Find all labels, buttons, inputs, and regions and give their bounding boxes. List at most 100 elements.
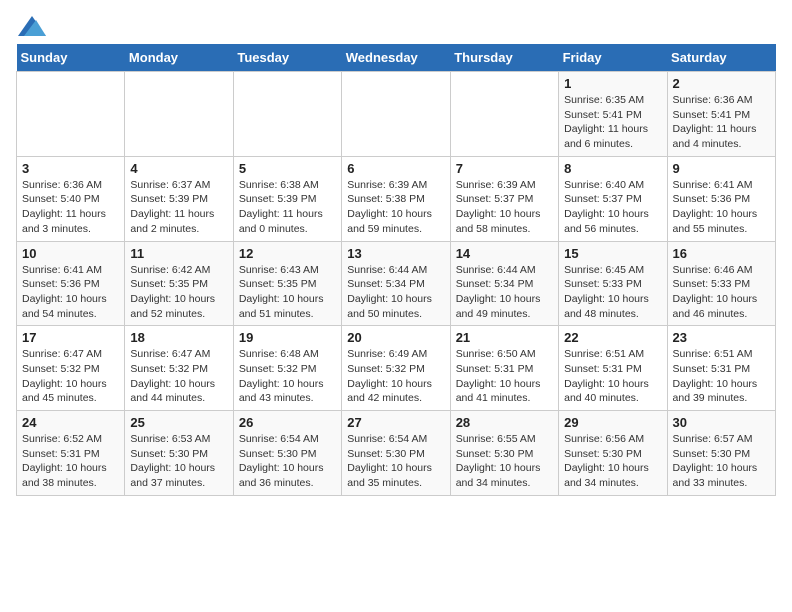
day-number: 17 bbox=[22, 330, 119, 345]
calendar-cell: 27 Sunrise: 6:54 AM Sunset: 5:30 PM Dayli… bbox=[342, 411, 450, 496]
calendar-table: SundayMondayTuesdayWednesdayThursdayFrid… bbox=[16, 44, 776, 496]
day-number: 8 bbox=[564, 161, 661, 176]
weekday-tuesday: Tuesday bbox=[233, 44, 341, 72]
day-number: 13 bbox=[347, 246, 444, 261]
calendar-cell: 19 Sunrise: 6:48 AM Sunset: 5:32 PM Dayli… bbox=[233, 326, 341, 411]
weekday-sunday: Sunday bbox=[17, 44, 125, 72]
calendar-week-0: 1 Sunrise: 6:35 AM Sunset: 5:41 PM Daylig… bbox=[17, 72, 776, 157]
day-info: Sunrise: 6:44 AM Sunset: 5:34 PM Dayligh… bbox=[347, 263, 444, 322]
day-info: Sunrise: 6:48 AM Sunset: 5:32 PM Dayligh… bbox=[239, 347, 336, 406]
day-number: 25 bbox=[130, 415, 227, 430]
day-number: 29 bbox=[564, 415, 661, 430]
day-info: Sunrise: 6:51 AM Sunset: 5:31 PM Dayligh… bbox=[564, 347, 661, 406]
day-number: 7 bbox=[456, 161, 553, 176]
calendar-cell: 23 Sunrise: 6:51 AM Sunset: 5:31 PM Dayli… bbox=[667, 326, 775, 411]
day-number: 26 bbox=[239, 415, 336, 430]
weekday-wednesday: Wednesday bbox=[342, 44, 450, 72]
calendar-cell: 15 Sunrise: 6:45 AM Sunset: 5:33 PM Dayli… bbox=[559, 241, 667, 326]
calendar-body: 1 Sunrise: 6:35 AM Sunset: 5:41 PM Daylig… bbox=[17, 72, 776, 496]
day-number: 20 bbox=[347, 330, 444, 345]
day-info: Sunrise: 6:38 AM Sunset: 5:39 PM Dayligh… bbox=[239, 178, 336, 237]
calendar-cell: 20 Sunrise: 6:49 AM Sunset: 5:32 PM Dayli… bbox=[342, 326, 450, 411]
calendar-cell: 8 Sunrise: 6:40 AM Sunset: 5:37 PM Daylig… bbox=[559, 156, 667, 241]
day-info: Sunrise: 6:42 AM Sunset: 5:35 PM Dayligh… bbox=[130, 263, 227, 322]
calendar-cell: 7 Sunrise: 6:39 AM Sunset: 5:37 PM Daylig… bbox=[450, 156, 558, 241]
calendar-cell: 26 Sunrise: 6:54 AM Sunset: 5:30 PM Dayli… bbox=[233, 411, 341, 496]
day-info: Sunrise: 6:50 AM Sunset: 5:31 PM Dayligh… bbox=[456, 347, 553, 406]
calendar-header: SundayMondayTuesdayWednesdayThursdayFrid… bbox=[17, 44, 776, 72]
logo bbox=[16, 16, 46, 32]
calendar-cell bbox=[450, 72, 558, 157]
day-info: Sunrise: 6:37 AM Sunset: 5:39 PM Dayligh… bbox=[130, 178, 227, 237]
weekday-friday: Friday bbox=[559, 44, 667, 72]
day-number: 14 bbox=[456, 246, 553, 261]
day-number: 15 bbox=[564, 246, 661, 261]
calendar-cell: 10Sunrise: 6:41 AM Sunset: 5:36 PM Dayli… bbox=[17, 241, 125, 326]
day-info: Sunrise: 6:43 AM Sunset: 5:35 PM Dayligh… bbox=[239, 263, 336, 322]
day-number: 9 bbox=[673, 161, 770, 176]
calendar-cell: 22 Sunrise: 6:51 AM Sunset: 5:31 PM Dayli… bbox=[559, 326, 667, 411]
day-number: 22 bbox=[564, 330, 661, 345]
day-info: Sunrise: 6:56 AM Sunset: 5:30 PM Dayligh… bbox=[564, 432, 661, 491]
day-number: 11 bbox=[130, 246, 227, 261]
calendar-cell: 1 Sunrise: 6:35 AM Sunset: 5:41 PM Daylig… bbox=[559, 72, 667, 157]
calendar-cell: 2 Sunrise: 6:36 AM Sunset: 5:41 PM Daylig… bbox=[667, 72, 775, 157]
weekday-thursday: Thursday bbox=[450, 44, 558, 72]
day-number: 4 bbox=[130, 161, 227, 176]
day-number: 6 bbox=[347, 161, 444, 176]
day-number: 16 bbox=[673, 246, 770, 261]
day-number: 12 bbox=[239, 246, 336, 261]
day-info: Sunrise: 6:41 AM Sunset: 5:36 PM Dayligh… bbox=[22, 263, 119, 322]
day-info: Sunrise: 6:45 AM Sunset: 5:33 PM Dayligh… bbox=[564, 263, 661, 322]
calendar-cell: 18 Sunrise: 6:47 AM Sunset: 5:32 PM Dayli… bbox=[125, 326, 233, 411]
day-number: 3 bbox=[22, 161, 119, 176]
day-info: Sunrise: 6:40 AM Sunset: 5:37 PM Dayligh… bbox=[564, 178, 661, 237]
calendar-week-3: 17 Sunrise: 6:47 AM Sunset: 5:32 PM Dayli… bbox=[17, 326, 776, 411]
day-number: 28 bbox=[456, 415, 553, 430]
day-info: Sunrise: 6:36 AM Sunset: 5:40 PM Dayligh… bbox=[22, 178, 119, 237]
day-info: Sunrise: 6:52 AM Sunset: 5:31 PM Dayligh… bbox=[22, 432, 119, 491]
day-info: Sunrise: 6:53 AM Sunset: 5:30 PM Dayligh… bbox=[130, 432, 227, 491]
calendar-cell bbox=[233, 72, 341, 157]
calendar-cell: 11 Sunrise: 6:42 AM Sunset: 5:35 PM Dayli… bbox=[125, 241, 233, 326]
day-number: 30 bbox=[673, 415, 770, 430]
calendar-cell: 25 Sunrise: 6:53 AM Sunset: 5:30 PM Dayli… bbox=[125, 411, 233, 496]
day-number: 24 bbox=[22, 415, 119, 430]
calendar-cell: 17Sunrise: 6:47 AM Sunset: 5:32 PM Dayli… bbox=[17, 326, 125, 411]
calendar-cell: 12 Sunrise: 6:43 AM Sunset: 5:35 PM Dayli… bbox=[233, 241, 341, 326]
day-info: Sunrise: 6:49 AM Sunset: 5:32 PM Dayligh… bbox=[347, 347, 444, 406]
day-number: 19 bbox=[239, 330, 336, 345]
day-number: 23 bbox=[673, 330, 770, 345]
day-number: 1 bbox=[564, 76, 661, 91]
day-info: Sunrise: 6:36 AM Sunset: 5:41 PM Dayligh… bbox=[673, 93, 770, 152]
calendar-cell bbox=[125, 72, 233, 157]
day-info: Sunrise: 6:35 AM Sunset: 5:41 PM Dayligh… bbox=[564, 93, 661, 152]
calendar-cell bbox=[17, 72, 125, 157]
calendar-cell: 5 Sunrise: 6:38 AM Sunset: 5:39 PM Daylig… bbox=[233, 156, 341, 241]
day-number: 21 bbox=[456, 330, 553, 345]
day-info: Sunrise: 6:47 AM Sunset: 5:32 PM Dayligh… bbox=[130, 347, 227, 406]
calendar-cell: 14Sunrise: 6:44 AM Sunset: 5:34 PM Dayli… bbox=[450, 241, 558, 326]
weekday-saturday: Saturday bbox=[667, 44, 775, 72]
day-info: Sunrise: 6:55 AM Sunset: 5:30 PM Dayligh… bbox=[456, 432, 553, 491]
day-info: Sunrise: 6:46 AM Sunset: 5:33 PM Dayligh… bbox=[673, 263, 770, 322]
weekday-monday: Monday bbox=[125, 44, 233, 72]
calendar-cell: 29 Sunrise: 6:56 AM Sunset: 5:30 PM Dayli… bbox=[559, 411, 667, 496]
day-info: Sunrise: 6:51 AM Sunset: 5:31 PM Dayligh… bbox=[673, 347, 770, 406]
weekday-header-row: SundayMondayTuesdayWednesdayThursdayFrid… bbox=[17, 44, 776, 72]
calendar-cell: 21 Sunrise: 6:50 AM Sunset: 5:31 PM Dayli… bbox=[450, 326, 558, 411]
day-number: 18 bbox=[130, 330, 227, 345]
day-info: Sunrise: 6:54 AM Sunset: 5:30 PM Dayligh… bbox=[239, 432, 336, 491]
day-number: 2 bbox=[673, 76, 770, 91]
day-number: 5 bbox=[239, 161, 336, 176]
calendar-cell: 13 Sunrise: 6:44 AM Sunset: 5:34 PM Dayli… bbox=[342, 241, 450, 326]
calendar-cell: 16 Sunrise: 6:46 AM Sunset: 5:33 PM Dayli… bbox=[667, 241, 775, 326]
calendar-cell: 9Sunrise: 6:41 AM Sunset: 5:36 PM Daylig… bbox=[667, 156, 775, 241]
day-info: Sunrise: 6:39 AM Sunset: 5:37 PM Dayligh… bbox=[456, 178, 553, 237]
day-number: 27 bbox=[347, 415, 444, 430]
page-header bbox=[16, 16, 776, 32]
calendar-cell bbox=[342, 72, 450, 157]
day-info: Sunrise: 6:54 AM Sunset: 5:30 PM Dayligh… bbox=[347, 432, 444, 491]
day-info: Sunrise: 6:57 AM Sunset: 5:30 PM Dayligh… bbox=[673, 432, 770, 491]
calendar-cell: 24 Sunrise: 6:52 AM Sunset: 5:31 PM Dayli… bbox=[17, 411, 125, 496]
